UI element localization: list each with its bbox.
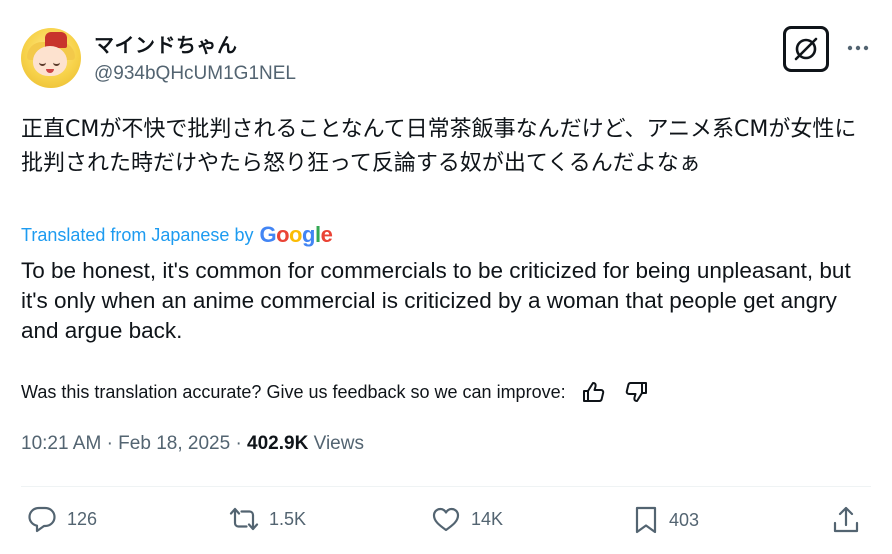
like-count: 14K: [471, 508, 504, 529]
reply-icon: [27, 505, 57, 533]
grok-icon: [792, 35, 820, 63]
translation-attribution[interactable]: Translated from Japanese by Google: [21, 222, 333, 248]
translation-feedback: Was this translation accurate? Give us f…: [21, 381, 648, 403]
share-icon: [832, 505, 860, 535]
heart-icon: [431, 505, 461, 533]
views-count: 402.9K: [247, 433, 309, 454]
repost-count: 1.5K: [269, 508, 307, 529]
thumbs-up-icon: [582, 381, 606, 403]
thumbs-down-icon: [624, 381, 648, 403]
thumbs-up-button[interactable]: [582, 381, 606, 403]
like-button[interactable]: 14K: [431, 505, 503, 533]
feedback-prompt: Was this translation accurate? Give us f…: [21, 381, 566, 402]
repost-button[interactable]: 1.5K: [229, 505, 306, 533]
meta-separator: ·: [106, 433, 113, 454]
bookmark-button[interactable]: 403: [633, 505, 699, 535]
share-button[interactable]: [832, 505, 860, 535]
repost-icon: [229, 505, 259, 533]
bookmark-count: 403: [669, 509, 700, 530]
post-date[interactable]: Feb 18, 2025: [118, 433, 230, 454]
reply-count: 126: [67, 508, 98, 529]
google-logo: Google: [259, 222, 333, 247]
post-meta: 10:21 AM · Feb 18, 2025 · 402.9K Views: [21, 433, 364, 455]
thumbs-down-button[interactable]: [624, 381, 648, 403]
post-translated-text: To be honest, it's common for commercial…: [21, 258, 851, 343]
meta-separator: ·: [235, 433, 242, 454]
views-label: Views: [313, 433, 364, 454]
translated-by-label[interactable]: Translated from Japanese by: [21, 225, 253, 246]
author-display-name[interactable]: マインドちゃん: [94, 29, 238, 58]
author-handle[interactable]: @934bQHcUM1G1NEL: [94, 63, 296, 85]
author-avatar[interactable]: [21, 28, 81, 88]
reply-button[interactable]: 126: [27, 505, 97, 533]
more-icon: [846, 45, 870, 51]
bookmark-icon: [633, 505, 659, 535]
action-bar: 126 1.5K 14K 403: [0, 505, 892, 541]
post-original-text: 正直CMが不快で批判されることなんて日常茶飯事なんだけど、アニメ系CMが女性に批…: [21, 117, 857, 176]
post-time[interactable]: 10:21 AM: [21, 433, 101, 454]
grok-button[interactable]: [783, 26, 829, 72]
divider: [21, 486, 871, 487]
more-options-button[interactable]: [843, 36, 873, 60]
